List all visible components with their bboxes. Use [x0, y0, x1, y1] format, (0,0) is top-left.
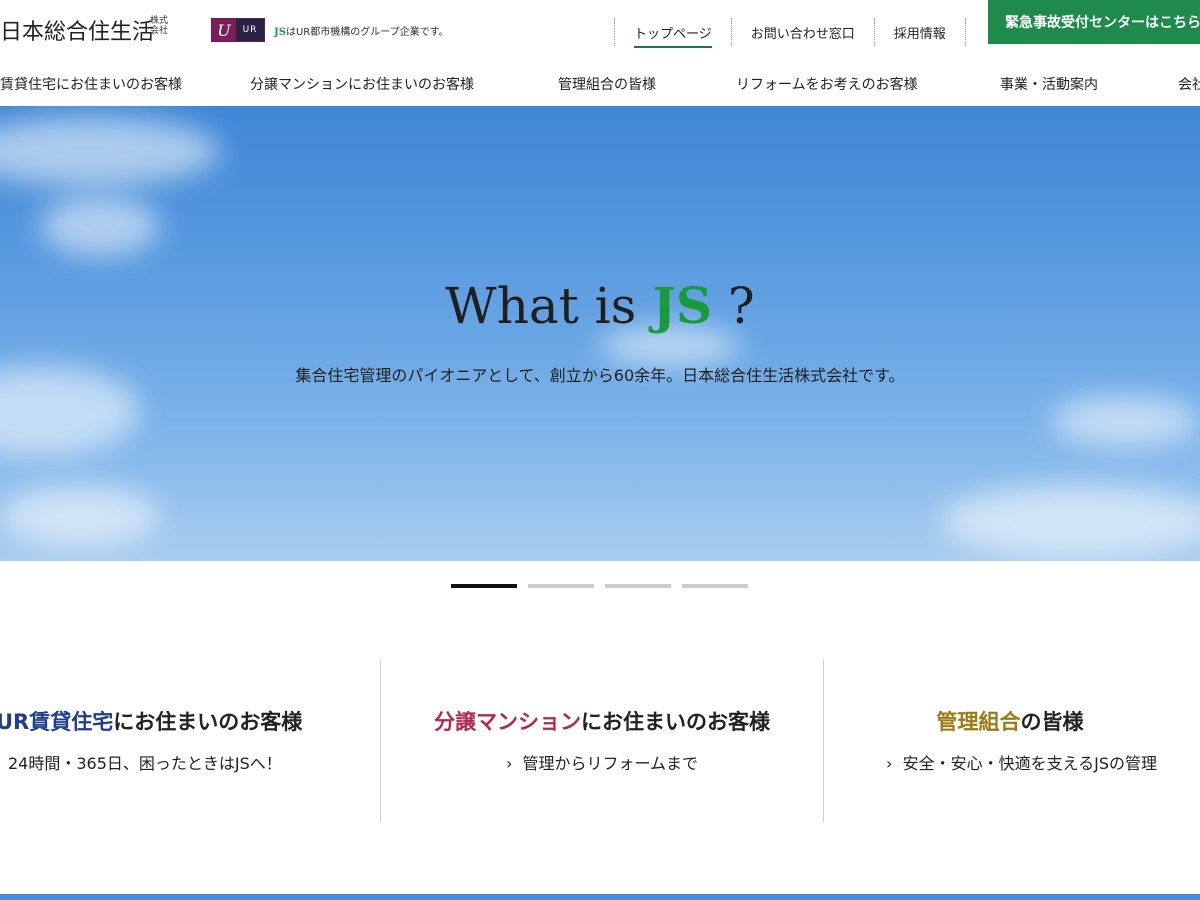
card-ur-rental[interactable]: UR賃貸住宅にお住まいのお客様 24時間・365日、困ったときはJSへ！	[0, 660, 380, 822]
main-nav: 賃貸住宅にお住まいのお客様 分譲マンションにお住まいのお客様 管理組合の皆様 リ…	[0, 62, 1200, 106]
card-title-rest: の皆様	[1020, 710, 1084, 734]
cloud-decoration	[0, 116, 220, 186]
company-logo-suffix: 株式会社	[150, 16, 169, 36]
card-title-rest: にお住まいのお客様	[581, 710, 770, 734]
header: 日本総合住生活 株式会社 U UR JSはUR都市機構のグループ企業です。 トッ…	[0, 0, 1200, 62]
card-title: 分譲マンションにお住まいのお客様	[381, 706, 823, 736]
emergency-label: 緊急事故受付センターはこちら	[1005, 15, 1200, 31]
card-title-accent: UR賃貸住宅	[0, 710, 114, 734]
nav-item-association[interactable]: 管理組合の皆様	[558, 74, 656, 94]
ur-label: UR	[236, 19, 264, 41]
nav-item-business[interactable]: 事業・活動案内	[1000, 74, 1098, 94]
slider-dot-4[interactable]	[682, 584, 748, 588]
hero-subtitle: 集合住宅管理のパイオニアとして、創立から60余年。日本総合住生活株式会社です。	[295, 366, 905, 385]
ur-logo[interactable]: U UR	[211, 18, 265, 42]
card-title-accent: 分譲マンション	[434, 710, 581, 734]
hero-title-pre: What is	[445, 277, 653, 335]
emergency-center-button[interactable]: 緊急事故受付センターはこちら	[988, 0, 1200, 44]
cloud-decoration	[940, 486, 1200, 556]
card-subtitle-text: 安全・安心・快適を支えるJSの管理	[902, 754, 1157, 773]
chevron-right-icon: ›	[505, 754, 513, 773]
hero-title: What is JS ?	[0, 276, 1200, 335]
card-title: 管理組合の皆様	[824, 706, 1200, 736]
top-link-home[interactable]: トップページ	[614, 18, 731, 48]
card-subtitle: 24時間・365日、困ったときはJSへ！	[8, 754, 282, 773]
audience-cards: UR賃貸住宅にお住まいのお客様 24時間・365日、困ったときはJSへ！ 分譲マ…	[0, 660, 1200, 822]
hero-banner[interactable]: What is JS ? 集合住宅管理のパイオニアとして、創立から60余年。日本…	[0, 106, 1200, 561]
cloud-decoration	[1050, 396, 1200, 446]
chevron-right-icon: ›	[886, 754, 893, 773]
group-note: JSはUR都市機構のグループ企業です。	[274, 23, 449, 38]
card-title-accent: 管理組合	[936, 710, 1021, 734]
card-subtitle: › 管理からリフォームまで	[381, 750, 823, 774]
group-note-text: はUR都市機構のグループ企業です。	[285, 27, 449, 38]
nav-item-rental[interactable]: 賃貸住宅にお住まいのお客様	[0, 74, 182, 94]
top-link-recruit[interactable]: 採用情報	[873, 18, 966, 46]
nav-item-reform[interactable]: リフォームをお考えのお客様	[736, 74, 918, 94]
slider-dot-2[interactable]	[528, 584, 594, 588]
nav-item-company[interactable]: 会社	[1178, 74, 1200, 94]
js-mark: JS	[274, 27, 286, 38]
top-link-contact[interactable]: お問い合わせ窓口	[730, 18, 874, 46]
card-condo[interactable]: 分譲マンションにお住まいのお客様 › 管理からリフォームまで	[381, 660, 823, 822]
bottom-section-edge	[0, 894, 1200, 900]
cloud-decoration	[0, 486, 160, 546]
hero-title-js: JS	[652, 276, 712, 335]
cloud-decoration	[40, 196, 160, 256]
company-logo[interactable]: 日本総合住生活	[0, 14, 154, 46]
card-subtitle: › 安全・安心・快適を支えるJSの管理	[886, 750, 1200, 774]
ur-mark-icon: U	[212, 19, 236, 41]
card-subtitle-text: 管理からリフォームまで	[522, 754, 699, 773]
slider-indicators	[451, 584, 748, 588]
card-title: UR賃貸住宅にお住まいのお客様	[0, 706, 376, 736]
slider-dot-3[interactable]	[605, 584, 671, 588]
top-links: トップページ お問い合わせ窓口 採用情報	[614, 18, 966, 48]
hero-title-post: ?	[712, 277, 755, 335]
nav-item-condo[interactable]: 分譲マンションにお住まいのお客様	[250, 74, 474, 94]
slider-dot-1[interactable]	[451, 584, 517, 588]
card-title-rest: にお住まいのお客様	[113, 710, 303, 734]
card-association[interactable]: 管理組合の皆様 › 安全・安心・快適を支えるJSの管理	[824, 660, 1200, 822]
